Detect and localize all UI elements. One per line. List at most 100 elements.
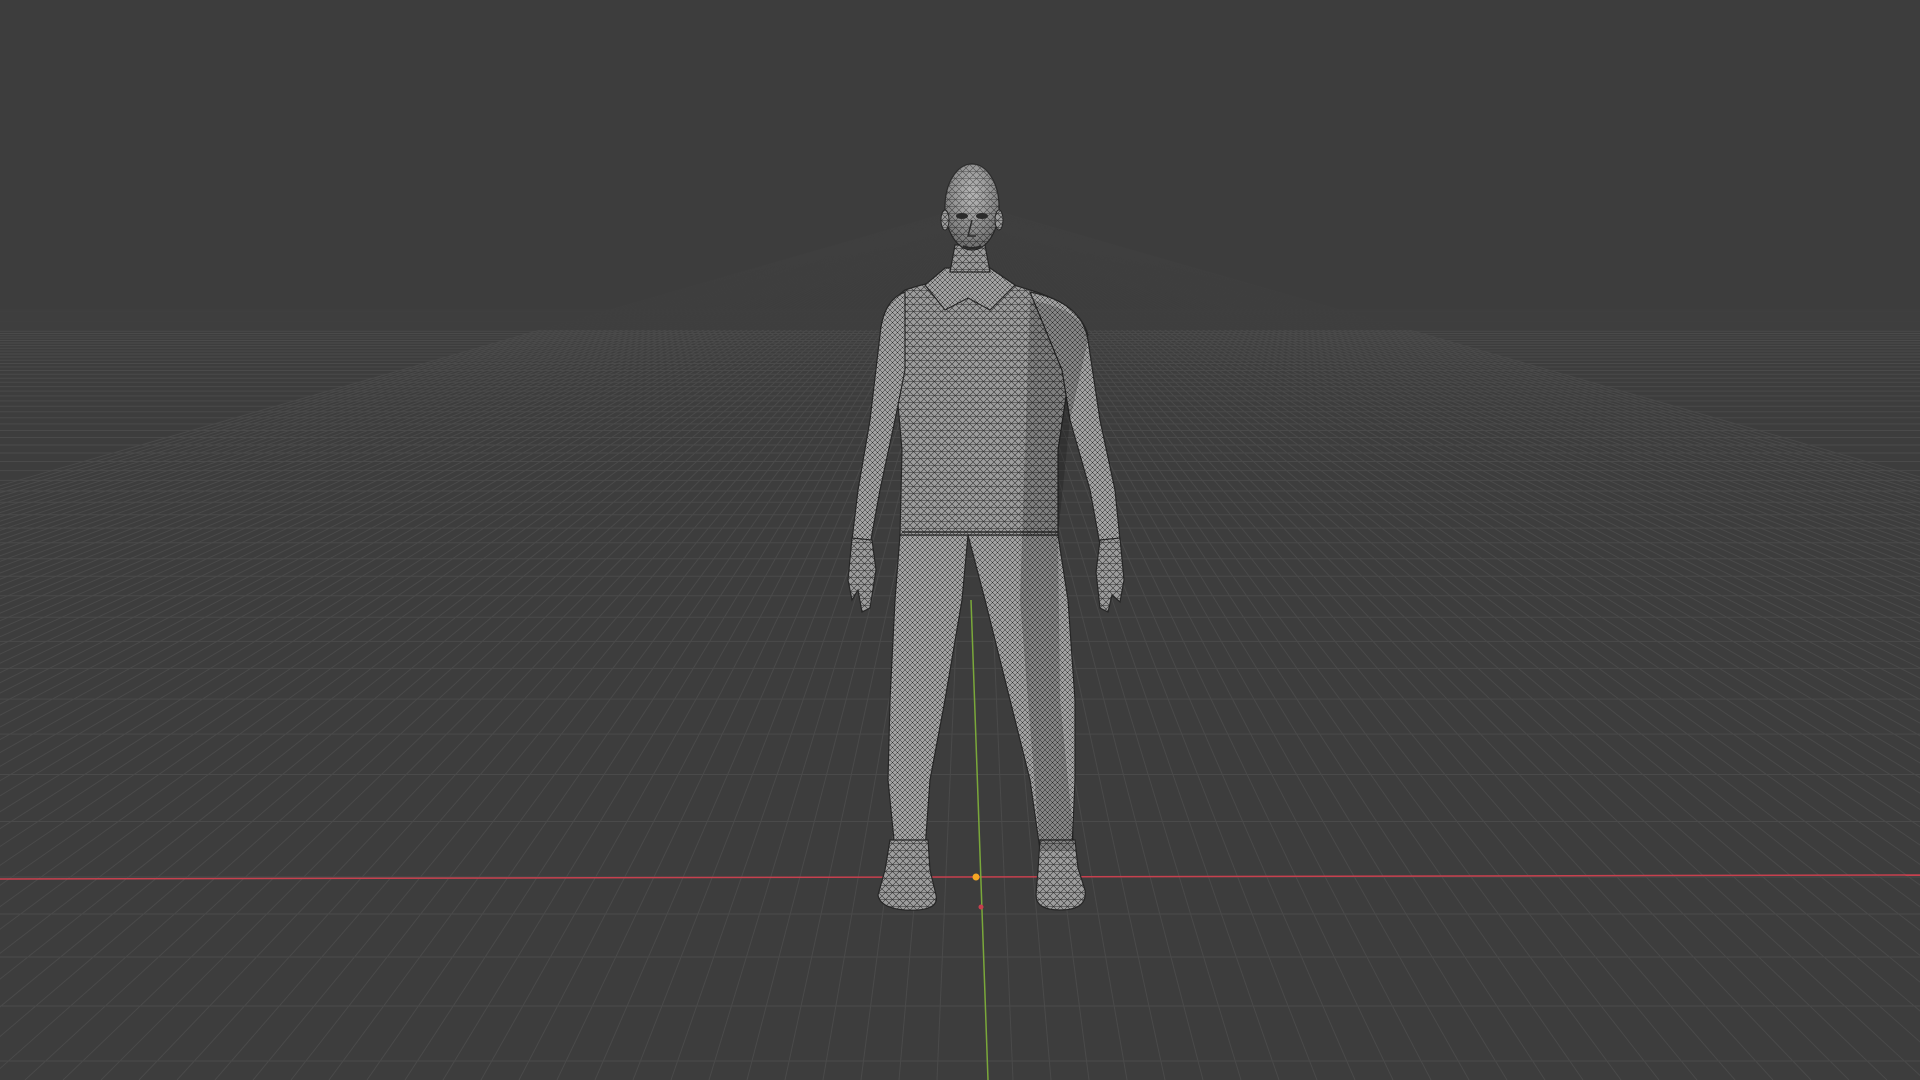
grid-line	[974, 204, 1920, 846]
origin-dot-secondary	[978, 904, 984, 910]
grid-line	[0, 204, 976, 522]
grid-line	[24, 204, 976, 1080]
grid-line	[0, 204, 976, 551]
y-axis-line	[970, 599, 989, 1080]
grid-line	[0, 204, 976, 728]
grid-line	[0, 204, 976, 813]
grid-line	[974, 204, 1920, 931]
grid-line	[0, 204, 976, 694]
grid-line	[0, 204, 976, 498]
grid-line	[0, 204, 976, 716]
grid-line	[974, 204, 1920, 908]
origin-dot[interactable]	[972, 873, 980, 881]
grid-line	[0, 204, 976, 655]
grid-line	[974, 204, 1920, 737]
grid-line	[0, 204, 976, 607]
grid-line	[974, 204, 1920, 526]
grid-line	[974, 204, 1920, 557]
grid-line	[0, 204, 976, 782]
grid-line	[974, 204, 1920, 669]
head-shading	[945, 164, 999, 250]
grid-line	[0, 204, 976, 754]
grid-line	[974, 204, 1920, 779]
grid-line	[0, 204, 976, 767]
grid-line	[974, 204, 1920, 886]
grid-line	[974, 204, 1920, 724]
grid-line	[0, 204, 976, 600]
grid-line	[974, 204, 1920, 541]
grid-line	[974, 204, 1920, 828]
grid-line	[974, 204, 1920, 625]
grid-line	[974, 204, 1920, 659]
grid-line	[974, 204, 1920, 581]
grid-line	[0, 204, 976, 494]
grid-line	[974, 204, 1920, 485]
grid-line	[0, 204, 976, 1008]
grid-line	[974, 204, 1920, 1012]
grid-line	[0, 204, 976, 531]
grid-line	[0, 204, 976, 830]
right-hand	[1095, 537, 1125, 613]
grid-line	[252, 204, 976, 1080]
grid-line	[0, 204, 976, 848]
grid-line	[0, 204, 976, 487]
grid-line	[974, 204, 1920, 588]
grid-line	[974, 204, 1920, 956]
grid-line	[0, 204, 976, 638]
grid-line	[0, 204, 976, 509]
grid-line	[974, 204, 1920, 517]
grid-line	[0, 204, 976, 593]
right-ear	[994, 209, 1004, 231]
grid-line	[0, 204, 976, 930]
grid-line	[974, 204, 1920, 602]
grid-line	[974, 204, 1920, 595]
grid-line	[0, 204, 976, 886]
left-ear	[940, 209, 950, 231]
grid-line	[0, 204, 976, 954]
grid-line	[974, 204, 1920, 504]
grid-line	[974, 204, 1920, 633]
grid-line	[0, 204, 976, 518]
grid-line	[974, 204, 1920, 536]
right-eye	[976, 213, 988, 219]
grid-line	[0, 204, 976, 527]
grid-line	[974, 204, 1920, 492]
grid-line	[0, 204, 976, 614]
grid-line	[974, 204, 1920, 531]
grid-line	[974, 204, 1920, 496]
grid-line	[0, 204, 976, 514]
grid-line	[974, 204, 1920, 750]
grid-line	[0, 204, 976, 622]
grid-line	[974, 204, 1920, 500]
grid-line	[974, 204, 1920, 489]
grid-line	[974, 204, 1920, 865]
grid-line	[974, 204, 1920, 1077]
grid-line	[100, 204, 976, 1080]
grid-line	[0, 204, 976, 866]
grid-line	[974, 204, 1920, 712]
grid-line	[974, 204, 1920, 513]
grid-line	[0, 204, 976, 908]
grid-line	[0, 204, 976, 505]
grid-line	[974, 204, 1920, 617]
grid-line	[0, 204, 976, 705]
grid-line	[974, 204, 1920, 701]
grid-line	[0, 204, 976, 546]
grid-line	[974, 204, 1920, 650]
grid-line	[0, 204, 976, 980]
left-eye	[956, 213, 968, 219]
grid-line	[974, 204, 1920, 679]
grid-line	[974, 204, 1920, 609]
right-shoe	[1035, 839, 1086, 911]
grid-line	[0, 204, 976, 490]
grid-line	[974, 204, 1850, 1080]
3d-viewport[interactable]	[0, 0, 1920, 1080]
viewport-scene[interactable]	[0, 0, 1920, 1080]
grid-line	[974, 204, 1920, 563]
grid-line	[0, 204, 976, 1038]
grid-line	[974, 204, 1920, 575]
grid-line	[974, 204, 1920, 764]
grid-line	[0, 204, 976, 587]
grid-line	[0, 204, 976, 674]
grid-line	[974, 204, 1812, 1080]
